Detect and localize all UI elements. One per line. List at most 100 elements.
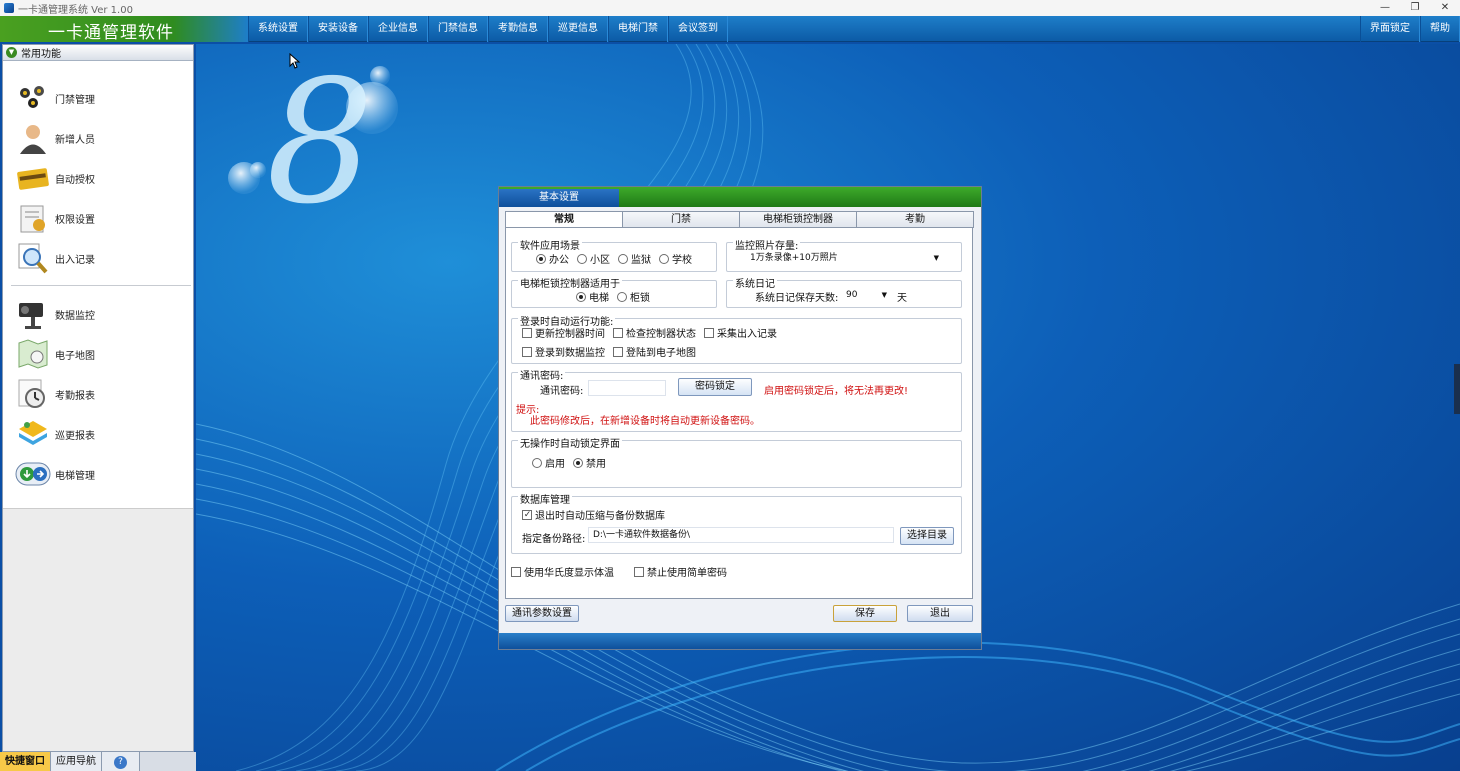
- syslog-unit-row: 天: [897, 289, 907, 304]
- card-icon: [17, 168, 49, 190]
- menu-elevator-access[interactable]: 电梯门禁: [608, 16, 668, 42]
- clock-icon: [18, 379, 45, 408]
- idle-lock-enable[interactable]: 启用: [532, 455, 565, 470]
- fahrenheit-option[interactable]: 使用华氏度显示体温: [511, 564, 614, 579]
- syslog-row: 系统日记保存天数:: [755, 289, 838, 304]
- restore-button[interactable]: ❐: [1400, 0, 1430, 16]
- sidebar-item-data-monitor[interactable]: 数据监控: [15, 297, 95, 331]
- choose-directory-button[interactable]: 选择目录: [900, 527, 954, 545]
- radio-button[interactable]: [573, 457, 583, 468]
- autorun-check-status[interactable]: 检查控制器状态: [613, 325, 696, 340]
- close-button[interactable]: ✕: [1430, 0, 1460, 16]
- sidebar-header-label: 常用功能: [21, 49, 61, 60]
- checkbox[interactable]: [634, 566, 644, 577]
- checkbox[interactable]: [522, 509, 532, 520]
- exit-button[interactable]: 退出: [907, 605, 973, 622]
- elevator-icon: [15, 462, 51, 486]
- checkbox[interactable]: [704, 327, 714, 338]
- tab-attendance[interactable]: 考勤: [856, 211, 974, 228]
- simple-password-row: 禁止使用简单密码: [634, 564, 735, 579]
- checkbox[interactable]: [522, 327, 532, 338]
- collapse-arrow-icon[interactable]: ▼: [6, 47, 17, 58]
- db-path-input[interactable]: D:\一卡通软件数据备份\: [588, 527, 894, 543]
- autorun-data-monitor[interactable]: 登录到数据监控: [522, 344, 605, 359]
- autorun-group: 登录时自动运行功能: 更新控制器时间 检查控制器状态 采集出入记录 登录到数据监…: [511, 313, 962, 364]
- menu-system-settings[interactable]: 系统设置: [248, 16, 308, 42]
- syslog-days-select[interactable]: 90 ▼: [841, 287, 891, 303]
- sidebar-item-attendance-report[interactable]: 考勤报表: [15, 377, 95, 411]
- logo-area: 一卡通管理软件: [0, 16, 248, 43]
- permission-icon: [20, 205, 45, 233]
- autorun-e-map[interactable]: 登陆到电子地图: [613, 344, 696, 359]
- main-menu: 系统设置 安装设备 企业信息 门禁信息 考勤信息 巡更信息 电梯门禁 会议签到: [248, 16, 728, 42]
- elevator-option-elevator[interactable]: 电梯: [576, 289, 609, 304]
- idle-lock-disable[interactable]: 禁用: [573, 455, 606, 470]
- scene-option-office[interactable]: 办公: [536, 251, 569, 266]
- elevator-option-locker[interactable]: 柜锁: [617, 289, 650, 304]
- option-label: 监狱: [631, 255, 651, 266]
- right-edge-tab[interactable]: [1454, 364, 1460, 414]
- syslog-title: 系统日记: [733, 275, 777, 290]
- warning-text: 启用密码锁定后，将无法再更改!: [764, 386, 909, 397]
- password-lock-button[interactable]: 密码锁定: [678, 378, 752, 396]
- sidebar-item-access-records[interactable]: 出入记录: [15, 241, 95, 275]
- comm-password-group: 通讯密码: 通讯密码: 密码锁定 启用密码锁定后，将无法再更改! 提示: 此密码…: [511, 367, 962, 432]
- tab-app-nav[interactable]: 应用导航: [51, 752, 102, 771]
- save-button[interactable]: 保存: [833, 605, 897, 622]
- scene-option-community[interactable]: 小区: [577, 251, 610, 266]
- dropdown-arrow-icon[interactable]: ▼: [882, 288, 887, 302]
- radio-button[interactable]: [532, 457, 542, 468]
- checkbox[interactable]: [613, 327, 623, 338]
- sidebar-item-label: 门禁管理: [55, 94, 95, 106]
- sidebar-header[interactable]: ▼ 常用功能: [3, 45, 193, 61]
- menu-meeting-signin[interactable]: 会议签到: [668, 16, 728, 42]
- map-icon: [18, 339, 48, 369]
- window-titlebar: 一卡通管理系统 Ver 1.00 — ❐ ✕: [0, 0, 1460, 16]
- menu-door-info[interactable]: 门禁信息: [428, 16, 488, 42]
- sidebar-item-elevator[interactable]: 电梯管理: [15, 457, 95, 491]
- radio-button[interactable]: [618, 253, 628, 264]
- sidebar-item-label: 出入记录: [55, 254, 95, 266]
- autorun-update-time[interactable]: 更新控制器时间: [522, 325, 605, 340]
- photo-storage-select[interactable]: 1万条录像+10万照片 ▼: [745, 250, 943, 266]
- comm-password-input[interactable]: [588, 380, 666, 396]
- menu-attendance-info[interactable]: 考勤信息: [488, 16, 548, 42]
- dropdown-arrow-icon[interactable]: ▼: [934, 251, 939, 265]
- radio-button[interactable]: [617, 291, 627, 302]
- sidebar-item-label: 电子地图: [55, 350, 95, 362]
- sidebar-item-permission[interactable]: 权限设置: [15, 201, 95, 235]
- sidebar-separator: [11, 285, 191, 286]
- sidebar-item-patrol-report[interactable]: 巡更报表: [15, 417, 95, 451]
- sidebar-item-door-access[interactable]: 门禁管理: [15, 81, 95, 115]
- checkbox[interactable]: [522, 346, 532, 357]
- password-lock-warning: 启用密码锁定后，将无法再更改!: [764, 382, 908, 397]
- tab-quick-window[interactable]: 快捷窗口: [0, 752, 51, 771]
- sidebar: ▼ 常用功能 门禁管理 新增人员 自动授权 权限设置 出入记录 数据监控 电子地…: [2, 44, 194, 752]
- menu-help[interactable]: 帮助: [1420, 16, 1460, 42]
- minimize-button[interactable]: —: [1370, 0, 1400, 16]
- tab-door[interactable]: 门禁: [622, 211, 740, 228]
- menu-install-device[interactable]: 安装设备: [308, 16, 368, 42]
- menu-patrol-info[interactable]: 巡更信息: [548, 16, 608, 42]
- checkbox[interactable]: [613, 346, 623, 357]
- tab-elevator-controller[interactable]: 电梯柜锁控制器: [739, 211, 857, 228]
- checkbox[interactable]: [511, 566, 521, 577]
- option-label: 学校: [672, 255, 692, 266]
- scene-option-prison[interactable]: 监狱: [618, 251, 651, 266]
- help-tab[interactable]: ?: [102, 752, 140, 771]
- scene-option-school[interactable]: 学校: [659, 251, 692, 266]
- sidebar-item-auto-auth[interactable]: 自动授权: [15, 161, 95, 195]
- simple-password-option[interactable]: 禁止使用简单密码: [634, 564, 727, 579]
- radio-button[interactable]: [659, 253, 669, 264]
- menu-lock-ui[interactable]: 界面锁定: [1360, 16, 1420, 42]
- sidebar-item-e-map[interactable]: 电子地图: [15, 337, 95, 371]
- autorun-collect-records[interactable]: 采集出入记录: [704, 325, 777, 340]
- radio-button[interactable]: [576, 291, 586, 302]
- comm-params-button[interactable]: 通讯参数设置: [505, 605, 579, 622]
- sidebar-item-add-person[interactable]: 新增人员: [15, 121, 95, 155]
- syslog-days-value: 90: [846, 290, 858, 300]
- radio-button[interactable]: [577, 253, 587, 264]
- radio-button[interactable]: [536, 253, 546, 264]
- db-compress-option[interactable]: 退出时自动压缩与备份数据库: [522, 507, 665, 522]
- menu-company-info[interactable]: 企业信息: [368, 16, 428, 42]
